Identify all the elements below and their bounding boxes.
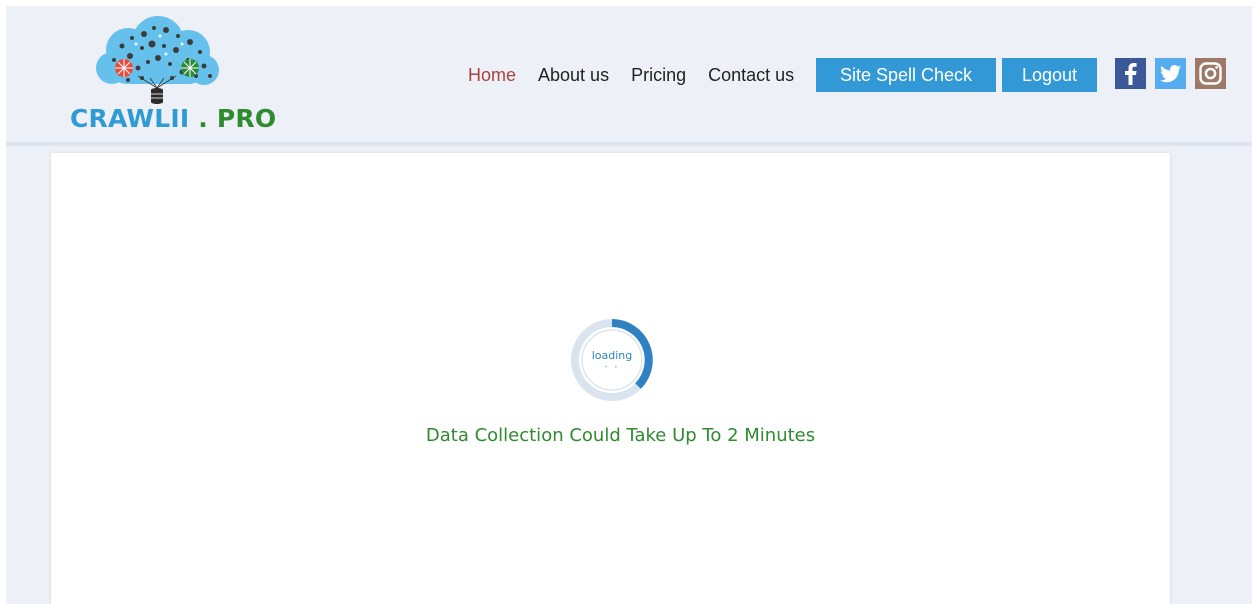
page: CRAWLII . PRO Home About us Pricing Cont… bbox=[0, 0, 1258, 604]
instagram-icon[interactable] bbox=[1195, 58, 1226, 89]
brand-name-part1: CRAWLII bbox=[70, 104, 190, 133]
brand-logo[interactable]: CRAWLII . PRO bbox=[64, 16, 276, 136]
cloud-network-database-icon bbox=[96, 16, 219, 104]
facebook-icon[interactable] bbox=[1115, 58, 1146, 89]
nav-about-us[interactable]: About us bbox=[538, 65, 609, 86]
loading-spinner: loading • • bbox=[570, 318, 654, 402]
site-spell-check-button[interactable]: Site Spell Check bbox=[816, 58, 996, 92]
main-nav: Home About us Pricing Contact us bbox=[468, 58, 816, 92]
brand-name-part2: . PRO bbox=[189, 104, 277, 133]
site-header: CRAWLII . PRO Home About us Pricing Cont… bbox=[6, 6, 1252, 142]
loading-dots: • • bbox=[604, 364, 620, 371]
nav-home[interactable]: Home bbox=[468, 65, 516, 86]
loading-label: loading bbox=[591, 349, 633, 362]
nav-contact-us[interactable]: Contact us bbox=[708, 65, 794, 86]
twitter-icon[interactable] bbox=[1155, 58, 1186, 89]
logout-button[interactable]: Logout bbox=[1002, 58, 1097, 92]
status-message: Data Collection Could Take Up To 2 Minut… bbox=[425, 425, 816, 446]
nav-pricing[interactable]: Pricing bbox=[631, 65, 686, 86]
brand-name: CRAWLII . PRO bbox=[70, 104, 276, 133]
